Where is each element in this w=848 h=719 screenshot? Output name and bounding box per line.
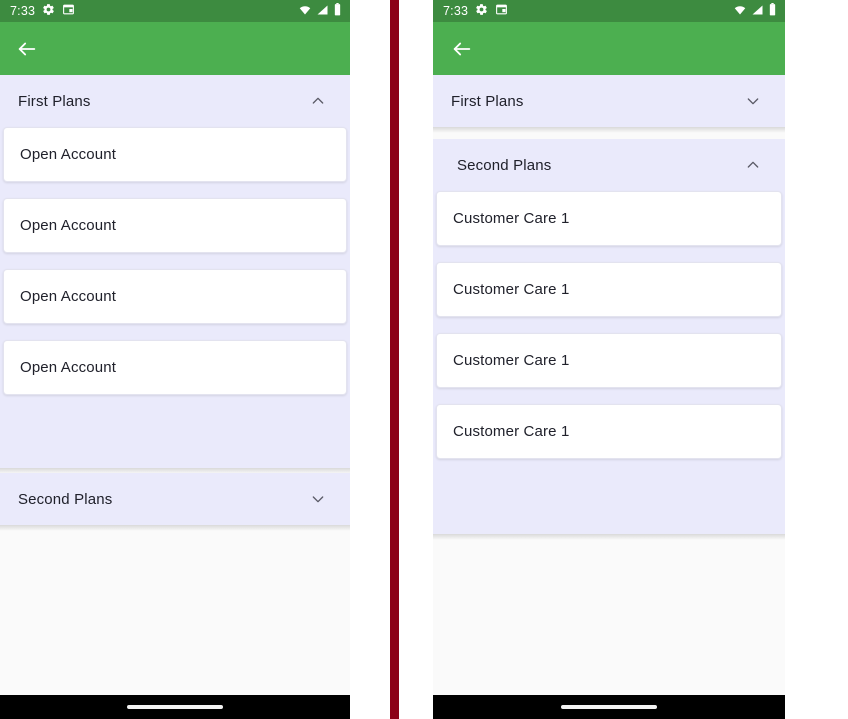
left-phone-screen: 7:33 First Plans Open Account Open Accou… <box>0 0 350 719</box>
expansion-panel-first-plans-right: First Plans <box>433 75 785 133</box>
chevron-down-icon[interactable] <box>743 91 763 111</box>
chevron-up-icon[interactable] <box>743 155 763 175</box>
gear-icon <box>42 3 55 19</box>
navigation-bar-left <box>0 695 350 719</box>
chevron-up-icon[interactable] <box>308 91 328 111</box>
list-item-label: Customer Care 1 <box>453 352 570 369</box>
empty-area-right <box>433 534 785 674</box>
back-arrow-icon[interactable] <box>449 36 475 62</box>
expansion-panel-second-plans-left: Second Plans <box>0 473 350 531</box>
right-phone-screen: 7:33 First Plans Second Plans Customer C… <box>433 0 785 719</box>
status-bar-right-group <box>733 3 777 19</box>
status-bar-right-group <box>298 3 342 19</box>
list-gap <box>0 260 350 269</box>
list-item-label: Customer Care 1 <box>453 423 570 440</box>
list-item-label: Open Account <box>20 146 117 163</box>
list-gap <box>433 395 785 404</box>
list-item-label: Open Account <box>20 288 117 305</box>
chevron-down-icon[interactable] <box>308 489 328 509</box>
home-indicator-pill[interactable] <box>561 705 657 709</box>
list-item[interactable]: Customer Care 1 <box>436 191 782 246</box>
gear-icon <box>475 3 488 19</box>
panel-header-second-plans-left[interactable]: Second Plans <box>0 473 350 525</box>
list-gap <box>433 324 785 333</box>
panel-title: First Plans <box>18 92 91 110</box>
app-bar-right <box>433 22 785 75</box>
right-content-scroll[interactable]: First Plans Second Plans Customer Care 1… <box>433 75 785 716</box>
list-item[interactable]: Open Account <box>3 269 347 324</box>
list-item-label: Open Account <box>20 217 117 234</box>
status-bar-left: 7:33 <box>0 0 350 22</box>
battery-icon <box>333 3 342 19</box>
panel-body-second-plans-right: Customer Care 1 Customer Care 1 Customer… <box>433 191 785 534</box>
list-item-label: Customer Care 1 <box>453 210 570 227</box>
status-bar-right: 7:33 <box>433 0 785 22</box>
expansion-panel-second-plans-right: Second Plans Customer Care 1 Customer Ca… <box>433 139 785 540</box>
list-item[interactable]: Customer Care 1 <box>436 262 782 317</box>
home-indicator-pill[interactable] <box>127 705 223 709</box>
panel-header-second-plans-right[interactable]: Second Plans <box>433 139 785 191</box>
panel-title: Second Plans <box>457 156 552 174</box>
screenshot-icon <box>495 3 508 19</box>
wifi-icon <box>298 4 312 19</box>
left-content-scroll[interactable]: First Plans Open Account Open Account Op… <box>0 75 350 716</box>
empty-area-left <box>0 525 350 645</box>
list-item[interactable]: Customer Care 1 <box>436 404 782 459</box>
screenshot-icon <box>62 3 75 19</box>
list-gap <box>0 189 350 198</box>
list-item[interactable]: Open Account <box>3 340 347 395</box>
status-bar-left-group: 7:33 <box>10 3 75 19</box>
list-gap <box>0 331 350 340</box>
battery-icon <box>768 3 777 19</box>
screenshot-root: 7:33 First Plans Open Account Open Accou… <box>0 0 848 719</box>
screenshot-divider <box>390 0 399 719</box>
list-item[interactable]: Open Account <box>3 127 347 182</box>
status-bar-left-group: 7:33 <box>443 3 508 19</box>
app-bar-left <box>0 22 350 75</box>
list-item[interactable]: Open Account <box>3 198 347 253</box>
panel-header-first-plans-left[interactable]: First Plans <box>0 75 350 127</box>
navigation-bar-right <box>433 695 785 719</box>
list-item-label: Customer Care 1 <box>453 281 570 298</box>
signal-icon <box>316 4 329 19</box>
list-gap <box>433 253 785 262</box>
panel-title: Second Plans <box>18 490 113 508</box>
back-arrow-icon[interactable] <box>14 36 40 62</box>
list-item[interactable]: Customer Care 1 <box>436 333 782 388</box>
expansion-panel-first-plans-left: First Plans Open Account Open Account Op… <box>0 75 350 474</box>
panel-header-first-plans-right[interactable]: First Plans <box>433 75 785 127</box>
list-item-label: Open Account <box>20 359 117 376</box>
status-clock: 7:33 <box>10 3 36 18</box>
panel-title: First Plans <box>451 92 524 110</box>
panel-body-first-plans-left: Open Account Open Account Open Account O… <box>0 127 350 468</box>
signal-icon <box>751 4 764 19</box>
wifi-icon <box>733 4 747 19</box>
status-clock: 7:33 <box>443 3 469 18</box>
